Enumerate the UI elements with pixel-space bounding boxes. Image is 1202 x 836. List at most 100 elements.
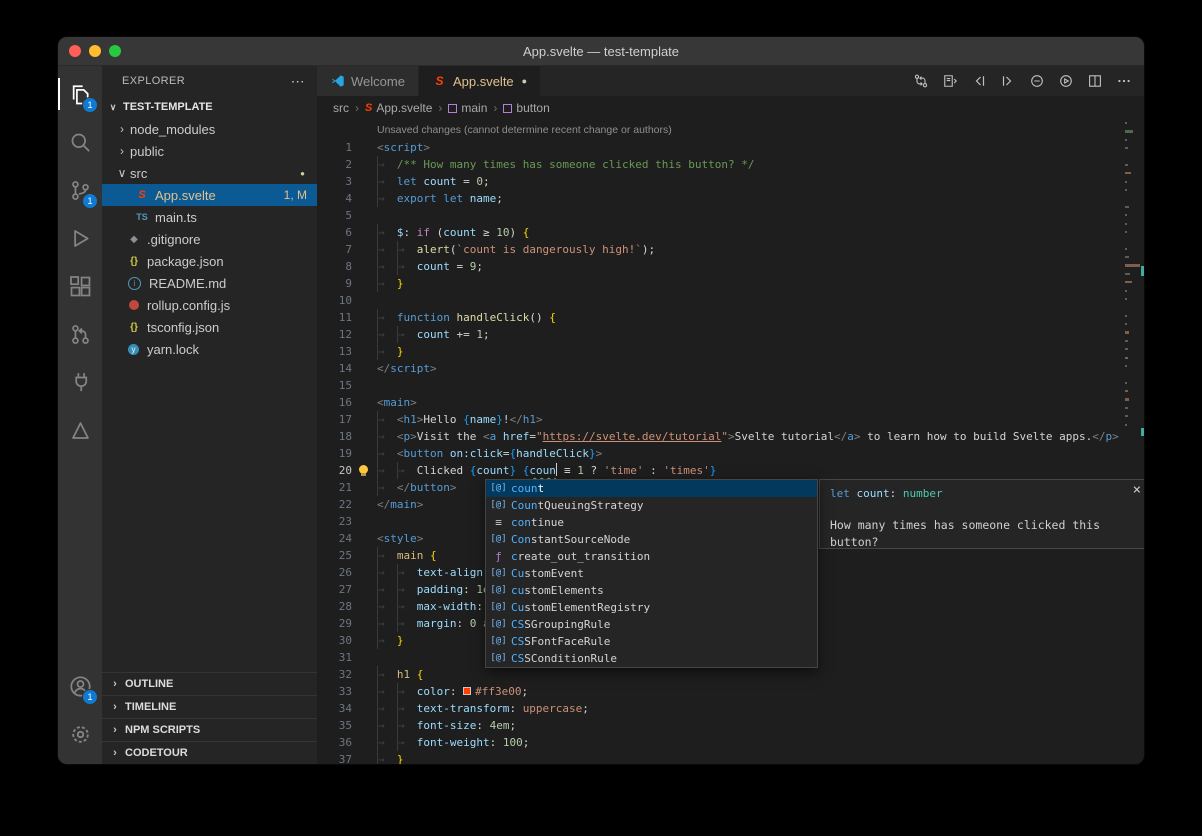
suggestion-count[interactable]: [@]count: [486, 480, 817, 497]
code-line[interactable]: 3→let count = 0;: [317, 173, 1144, 190]
tree-item-package-json[interactable]: {}package.json: [102, 250, 317, 272]
suggestion-create_out_transition[interactable]: ƒcreate_out_transition: [486, 548, 817, 565]
code-line[interactable]: 6→$: if (count ≥ 10) {: [317, 224, 1144, 241]
code-line[interactable]: 9→}: [317, 275, 1144, 292]
minimap[interactable]: [1125, 122, 1140, 432]
lightbulb-icon[interactable]: [359, 465, 368, 474]
tree-item-node-modules[interactable]: ›node_modules: [102, 118, 317, 140]
sidebar-item-extensions[interactable]: [58, 262, 102, 310]
code-line[interactable]: 8→→count = 9;: [317, 258, 1144, 275]
section-npm-scripts[interactable]: ›NPM SCRIPTS: [102, 718, 317, 741]
code-line[interactable]: 2→/** How many times has someone clicked…: [317, 156, 1144, 173]
breadcrumb-src[interactable]: src: [333, 101, 349, 115]
code-line[interactable]: 34→→text-transform: uppercase;: [317, 700, 1144, 717]
code-line[interactable]: 13→}: [317, 343, 1144, 360]
accounts-button[interactable]: 1: [58, 662, 102, 710]
section-codetour[interactable]: ›CODETOUR: [102, 741, 317, 764]
sidebar-item-remote-explorer[interactable]: [58, 358, 102, 406]
line-number: 25: [317, 547, 377, 564]
section-outline[interactable]: ›OUTLINE: [102, 672, 317, 695]
suggestion-countqueuingstrategy[interactable]: [@]CountQueuingStrategy: [486, 497, 817, 514]
code-line[interactable]: 35→→font-size: 4em;: [317, 717, 1144, 734]
ts-file-icon: TS: [134, 212, 150, 222]
line-number: 24: [317, 530, 377, 547]
breadcrumb-main[interactable]: main: [448, 101, 487, 115]
minimize-window-button[interactable]: [89, 45, 101, 57]
sidebar-item-azure[interactable]: [58, 406, 102, 454]
tree-item-rollup-config-js[interactable]: rollup.config.js: [102, 294, 317, 316]
code-line[interactable]: 37→}: [317, 751, 1144, 764]
suggestion-customevent[interactable]: [@]CustomEvent: [486, 565, 817, 582]
suggestion-continue[interactable]: ≡continue: [486, 514, 817, 531]
tab-app-svelte[interactable]: S App.svelte ●: [419, 66, 541, 96]
git-file-icon: ◆: [126, 234, 142, 245]
code-line[interactable]: 18→<p>Visit the <a href="https://svelte.…: [317, 428, 1144, 445]
suggestion-label: continue: [511, 514, 564, 531]
split-editor-icon[interactable]: [1087, 73, 1103, 89]
code-line[interactable]: 14</script>: [317, 360, 1144, 377]
breadcrumb-app-svelte[interactable]: SApp.svelte: [365, 101, 432, 115]
previous-change-icon[interactable]: [971, 73, 987, 89]
code-line[interactable]: 20→→Clicked {count} {coun ≡ 1 ? 'time' :…: [317, 462, 1144, 479]
file-diff-icon[interactable]: [942, 73, 958, 89]
indent-guide: →: [377, 258, 397, 275]
suggestion-cssconditionrule[interactable]: [@]CSSConditionRule: [486, 650, 817, 667]
close-icon[interactable]: ×: [1133, 482, 1141, 499]
breadcrumb-button[interactable]: button: [503, 101, 549, 115]
indent-guide: →: [377, 156, 397, 173]
line-number: 7: [317, 241, 377, 258]
run-icon[interactable]: [1058, 73, 1074, 89]
editor[interactable]: Unsaved changes (cannot determine recent…: [317, 120, 1144, 764]
workspace-section-header[interactable]: ∨ TEST-TEMPLATE: [102, 96, 317, 118]
window-title: App.svelte — test-template: [523, 44, 679, 59]
tree-item-app-svelte[interactable]: SApp.svelte1, M: [102, 184, 317, 206]
code-line[interactable]: 17→<h1>Hello {name}!</h1>: [317, 411, 1144, 428]
code-line[interactable]: 19→<button on:click={handleClick}>: [317, 445, 1144, 462]
code-line[interactable]: 1<script>: [317, 139, 1144, 156]
circle-dash-icon[interactable]: [1029, 73, 1045, 89]
unsaved-dot-icon[interactable]: ●: [522, 76, 527, 86]
suggestion-cssfontfacerule[interactable]: [@]CSSFontFaceRule: [486, 633, 817, 650]
line-number: 32: [317, 666, 377, 683]
tree-item-yarn-lock[interactable]: yyarn.lock: [102, 338, 317, 360]
code-line[interactable]: 32→h1 {: [317, 666, 1144, 683]
sidebar-item-run-debug[interactable]: [58, 214, 102, 262]
tab-welcome[interactable]: Welcome: [317, 66, 419, 96]
gitlens-codelens[interactable]: Unsaved changes (cannot determine recent…: [317, 122, 1144, 139]
git-compare-icon[interactable]: [913, 73, 929, 89]
suggestion-customelements[interactable]: [@]customElements: [486, 582, 817, 599]
tree-item-readme-md[interactable]: iREADME.md: [102, 272, 317, 294]
sidebar-item-explorer[interactable]: 1: [58, 70, 102, 118]
code-line[interactable]: 4→export let name;: [317, 190, 1144, 207]
sidebar-item-search[interactable]: [58, 118, 102, 166]
breadcrumb-label: main: [461, 101, 487, 115]
code-line[interactable]: 36→→font-weight: 100;: [317, 734, 1144, 751]
suggestion-customelementregistry[interactable]: [@]CustomElementRegistry: [486, 599, 817, 616]
code-line[interactable]: 5: [317, 207, 1144, 224]
close-window-button[interactable]: [69, 45, 81, 57]
zoom-window-button[interactable]: [109, 45, 121, 57]
code-line[interactable]: 33→→color: #ff3e00;: [317, 683, 1144, 700]
chevron-right-icon: ›: [110, 701, 120, 713]
tree-item-public[interactable]: ›public: [102, 140, 317, 162]
code-line[interactable]: 7→→alert(`count is dangerously high!`);: [317, 241, 1144, 258]
code-line[interactable]: 11→function handleClick() {: [317, 309, 1144, 326]
indent-guide: →: [377, 479, 397, 496]
code-line[interactable]: 12→→count += 1;: [317, 326, 1144, 343]
code-line[interactable]: 10: [317, 292, 1144, 309]
sidebar-item-github-pull-requests[interactable]: [58, 310, 102, 358]
code-line[interactable]: 16<main>: [317, 394, 1144, 411]
sidebar-item-source-control[interactable]: 1: [58, 166, 102, 214]
next-change-icon[interactable]: [1000, 73, 1016, 89]
code-line[interactable]: 15: [317, 377, 1144, 394]
settings-button[interactable]: [58, 710, 102, 758]
tree-item-tsconfig-json[interactable]: {}tsconfig.json: [102, 316, 317, 338]
more-actions-icon[interactable]: [1116, 73, 1132, 89]
tree-item--gitignore[interactable]: ◆.gitignore: [102, 228, 317, 250]
section-timeline[interactable]: ›TIMELINE: [102, 695, 317, 718]
tree-item-src[interactable]: ∨src●: [102, 162, 317, 184]
more-actions-icon[interactable]: ⋯: [291, 73, 305, 90]
tree-item-main-ts[interactable]: TSmain.ts: [102, 206, 317, 228]
suggestion-constantsourcenode[interactable]: [@]ConstantSourceNode: [486, 531, 817, 548]
suggestion-cssgroupingrule[interactable]: [@]CSSGroupingRule: [486, 616, 817, 633]
